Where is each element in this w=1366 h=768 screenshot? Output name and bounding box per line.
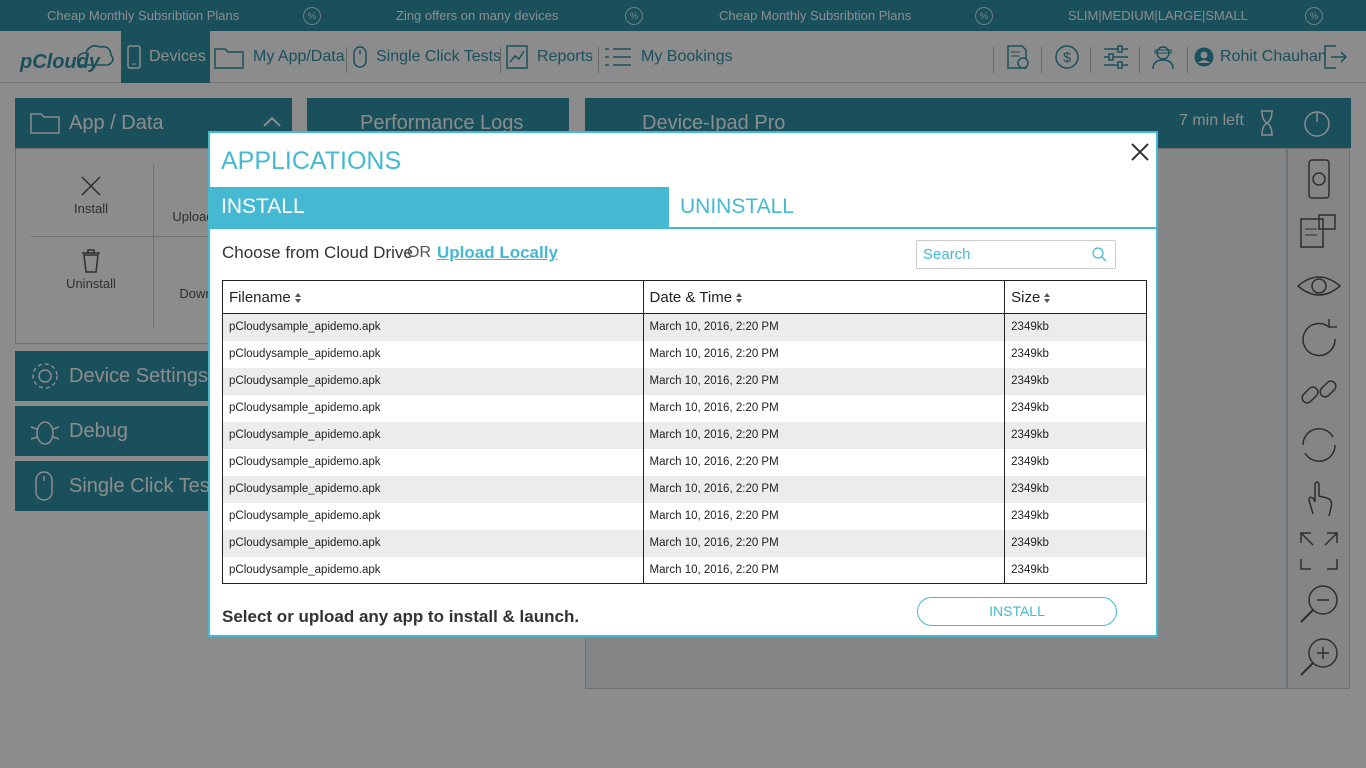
- size-cell: 2349kb: [1004, 340, 1147, 368]
- table-row[interactable]: pCloudysample_apidemo.apk March 10, 2016,…: [222, 475, 1147, 503]
- table-row[interactable]: pCloudysample_apidemo.apk March 10, 2016,…: [222, 367, 1147, 395]
- table-row[interactable]: pCloudysample_apidemo.apk March 10, 2016,…: [222, 340, 1147, 368]
- search-icon[interactable]: [1091, 246, 1107, 262]
- upload-locally-link[interactable]: Upload Locally: [437, 243, 558, 263]
- filename-cell: pCloudysample_apidemo.apk: [222, 529, 644, 557]
- search-input[interactable]: [916, 240, 1116, 269]
- column-label: Date & Time: [649, 288, 733, 306]
- filename-cell: pCloudysample_apidemo.apk: [222, 448, 644, 476]
- datetime-cell: March 10, 2016, 2:20 PM: [642, 340, 1005, 368]
- or-label: OR: [407, 244, 431, 261]
- filename-cell: pCloudysample_apidemo.apk: [222, 367, 644, 395]
- install-hint-text: Select or upload any app to install & la…: [222, 607, 580, 626]
- applications-table: Filename Date & Time Size pCloudysample_…: [222, 280, 1147, 584]
- column-header-datetime[interactable]: Date & Time: [642, 280, 1005, 314]
- tab-uninstall[interactable]: UNINSTALL: [669, 187, 1156, 227]
- table-row[interactable]: pCloudysample_apidemo.apk March 10, 2016,…: [222, 394, 1147, 422]
- filename-cell: pCloudysample_apidemo.apk: [222, 394, 644, 422]
- size-cell: 2349kb: [1004, 475, 1147, 503]
- size-cell: 2349kb: [1004, 367, 1147, 395]
- filename-cell: pCloudysample_apidemo.apk: [222, 421, 644, 449]
- sort-icon: [1044, 292, 1051, 303]
- modal-tabs: INSTALL UNINSTALL: [210, 187, 1156, 229]
- size-cell: 2349kb: [1004, 313, 1147, 341]
- datetime-cell: March 10, 2016, 2:20 PM: [642, 448, 1005, 476]
- table-row[interactable]: pCloudysample_apidemo.apk March 10, 2016,…: [222, 529, 1147, 557]
- datetime-cell: March 10, 2016, 2:20 PM: [642, 475, 1005, 503]
- sort-icon: [736, 292, 743, 303]
- sort-icon: [294, 292, 301, 303]
- datetime-cell: March 10, 2016, 2:20 PM: [642, 502, 1005, 530]
- datetime-cell: March 10, 2016, 2:20 PM: [642, 556, 1005, 584]
- size-cell: 2349kb: [1004, 448, 1147, 476]
- filename-cell: pCloudysample_apidemo.apk: [222, 556, 644, 584]
- filename-cell: pCloudysample_apidemo.apk: [222, 313, 644, 341]
- install-button[interactable]: INSTALL: [917, 597, 1117, 626]
- datetime-cell: March 10, 2016, 2:20 PM: [642, 421, 1005, 449]
- size-cell: 2349kb: [1004, 502, 1147, 530]
- applications-modal: APPLICATIONS INSTALL UNINSTALL Choose fr…: [208, 131, 1158, 637]
- column-label: Size: [1011, 288, 1041, 306]
- table-row[interactable]: pCloudysample_apidemo.apk March 10, 2016,…: [222, 421, 1147, 449]
- table-row[interactable]: pCloudysample_apidemo.apk March 10, 2016,…: [222, 313, 1147, 341]
- size-cell: 2349kb: [1004, 556, 1147, 584]
- tab-install[interactable]: INSTALL: [210, 187, 669, 227]
- table-row[interactable]: pCloudysample_apidemo.apk March 10, 2016,…: [222, 502, 1147, 530]
- table-header-row: Filename Date & Time Size: [222, 280, 1147, 314]
- datetime-cell: March 10, 2016, 2:20 PM: [642, 367, 1005, 395]
- filename-cell: pCloudysample_apidemo.apk: [222, 475, 644, 503]
- table-row[interactable]: pCloudysample_apidemo.apk March 10, 2016,…: [222, 556, 1147, 584]
- filename-cell: pCloudysample_apidemo.apk: [222, 340, 644, 368]
- table-row[interactable]: pCloudysample_apidemo.apk March 10, 2016,…: [222, 448, 1147, 476]
- column-label: Filename: [229, 288, 291, 306]
- datetime-cell: March 10, 2016, 2:20 PM: [642, 529, 1005, 557]
- size-cell: 2349kb: [1004, 394, 1147, 422]
- close-icon[interactable]: [1127, 139, 1153, 165]
- column-header-size[interactable]: Size: [1004, 280, 1147, 314]
- modal-title: APPLICATIONS: [221, 147, 402, 175]
- filename-cell: pCloudysample_apidemo.apk: [222, 502, 644, 530]
- choose-cloud-drive-label: Choose from Cloud Drive: [222, 243, 413, 262]
- size-cell: 2349kb: [1004, 529, 1147, 557]
- datetime-cell: March 10, 2016, 2:20 PM: [642, 313, 1005, 341]
- size-cell: 2349kb: [1004, 421, 1147, 449]
- datetime-cell: March 10, 2016, 2:20 PM: [642, 394, 1005, 422]
- column-header-filename[interactable]: Filename: [222, 280, 644, 314]
